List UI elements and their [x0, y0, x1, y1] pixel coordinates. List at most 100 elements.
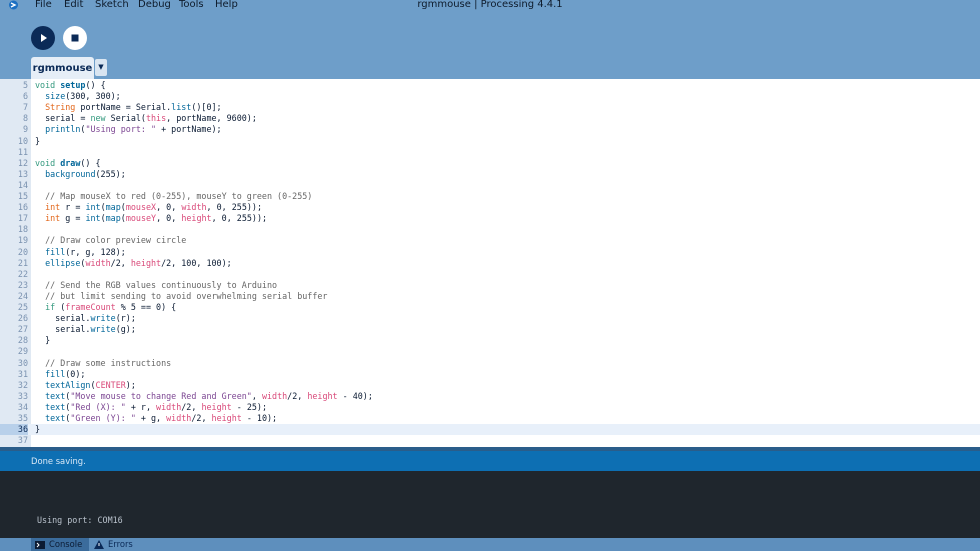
tab-rgmmouse[interactable]: rgmmouse: [31, 57, 94, 79]
code-text: text("Green (Y): " + g, width/2, height …: [45, 413, 278, 423]
code-line[interactable]: 36}: [0, 424, 980, 436]
tab-errors[interactable]: Errors: [94, 538, 144, 551]
code-text: // Send the RGB values continuously to A…: [45, 279, 278, 290]
line-number: 16: [17, 202, 28, 213]
code-text: // Draw some instructions: [45, 357, 172, 368]
line-number: 8: [22, 113, 28, 124]
line-number: 17: [17, 213, 28, 224]
line-number: 14: [17, 179, 28, 190]
bottom-tab-bar: Console Errors: [0, 538, 980, 551]
code-line[interactable]: 5 void setup() {: [0, 80, 980, 91]
line-number: 36: [0, 424, 28, 436]
tab-menu-button[interactable]: ▼: [95, 59, 107, 76]
line-number: 34: [17, 401, 28, 412]
line-number: 29: [17, 346, 28, 357]
code-text: int g = int(map(mouseY, 0, height, 0, 25…: [45, 213, 268, 224]
code-line[interactable]: 26 serial.write(r);: [0, 313, 980, 324]
code-line[interactable]: 25 if (frameCount % 5 == 0) {: [0, 302, 980, 313]
code-line[interactable]: 18: [0, 224, 980, 235]
code-line[interactable]: 10}: [0, 136, 980, 147]
line-number: 11: [17, 146, 28, 157]
terminal-icon: [35, 540, 45, 549]
console-panel[interactable]: Using port: COM16: [0, 471, 980, 538]
code-line[interactable]: 8 serial = new Serial(this, portName, 96…: [0, 113, 980, 124]
code-line[interactable]: 9 println("Using port: " + portName);: [0, 124, 980, 135]
code-line[interactable]: 35 text("Green (Y): " + g, width/2, heig…: [0, 413, 980, 424]
code-text: void draw() {: [35, 157, 101, 168]
line-number: 25: [17, 302, 28, 312]
console-line: Using port: COM16: [37, 515, 123, 525]
code-line[interactable]: 37: [0, 435, 980, 446]
code-editor[interactable]: 5 void setup() {6 size(300, 300); 7 String…: [0, 79, 980, 447]
window-title: rgmmouse | Processing 4.4.1: [417, 0, 563, 10]
line-number: 5: [22, 80, 28, 90]
code-line[interactable]: 11: [0, 147, 980, 158]
line-number: 10: [17, 135, 28, 146]
code-text: ellipse(width/2, height/2, 100, 100);: [45, 257, 232, 268]
code-line[interactable]: 31 fill(0);: [0, 369, 980, 380]
line-number: 37: [17, 435, 28, 446]
line-number: 35: [17, 413, 28, 423]
code-line[interactable]: 14: [0, 180, 980, 191]
code-line[interactable]: 19 // Draw color preview circle: [0, 235, 980, 246]
code-text: void setup() {: [35, 80, 106, 90]
code-line[interactable]: 32 textAlign(CENTER);: [0, 380, 980, 391]
code-text: }: [35, 424, 41, 435]
line-number: 24: [17, 290, 28, 301]
code-line[interactable]: 6 size(300, 300);: [0, 91, 980, 102]
code-text: background(255);: [45, 168, 126, 179]
line-number: 26: [17, 313, 28, 324]
code-text: fill(0);: [45, 368, 86, 379]
code-text: size(300, 300);: [45, 91, 121, 102]
line-number: 28: [17, 335, 28, 346]
code-text: if (frameCount % 5 == 0) {: [45, 302, 177, 312]
code-line[interactable]: 28 }: [0, 335, 980, 346]
code-text: fill(r, g, 128);: [45, 246, 126, 257]
code-text: String portName = Serial.list()[0];: [45, 102, 222, 113]
stop-icon: [71, 34, 79, 42]
code-line[interactable]: 33 text("Move mouse to change Red and Gr…: [0, 391, 980, 402]
status-message: Done saving.: [31, 456, 86, 466]
line-number: 7: [22, 102, 28, 113]
line-number: 20: [17, 246, 28, 257]
code-line[interactable]: 17 int g = int(map(mouseY, 0, height, 0,…: [0, 213, 980, 224]
line-number: 27: [17, 324, 28, 335]
line-number: 15: [17, 191, 28, 201]
code-text: }: [35, 135, 41, 146]
line-number: 9: [22, 124, 28, 135]
code-line[interactable]: 16 int r = int(map(mouseX, 0, width, 0, …: [0, 202, 980, 213]
stop-button[interactable]: [63, 26, 87, 50]
line-number: 33: [17, 390, 28, 401]
warning-icon: [94, 540, 104, 549]
line-number: 13: [17, 168, 28, 179]
code-line[interactable]: 21 ellipse(width/2, height/2, 100, 100);: [0, 258, 980, 269]
code-line[interactable]: 7 String portName = Serial.list()[0];: [0, 102, 980, 113]
line-number: 23: [17, 279, 28, 290]
line-number: 30: [17, 357, 28, 368]
line-number: 6: [22, 91, 28, 102]
code-line[interactable]: 24 // but limit sending to avoid overwhe…: [0, 291, 980, 302]
code-text: serial.write(r);: [35, 313, 136, 324]
code-text: println("Using port: " + portName);: [45, 124, 222, 135]
code-text: // Map mouseX to red (0-255), mouseY to …: [45, 191, 313, 201]
code-line[interactable]: 15 // Map mouseX to red (0-255), mouseY …: [0, 191, 980, 202]
code-line[interactable]: 30 // Draw some instructions: [0, 358, 980, 369]
tab-console[interactable]: Console: [31, 538, 89, 551]
code-line[interactable]: 20 fill(r, g, 128);: [0, 247, 980, 258]
code-text: }: [35, 335, 51, 346]
code-line[interactable]: 22: [0, 269, 980, 280]
code-line[interactable]: 13 background(255);: [0, 169, 980, 180]
line-number: 19: [17, 235, 28, 246]
code-text: // Draw color preview circle: [45, 235, 187, 246]
status-bar: Done saving.: [0, 447, 980, 471]
code-line[interactable]: 34 text("Red (X): " + r, width/2, height…: [0, 402, 980, 413]
run-button[interactable]: [31, 26, 55, 50]
code-line[interactable]: 29: [0, 346, 980, 357]
code-line[interactable]: 12 void draw() {: [0, 158, 980, 169]
tab-errors-label: Errors: [108, 539, 133, 549]
code-text: textAlign(CENTER);: [45, 379, 136, 390]
line-number: 22: [17, 268, 28, 279]
code-line[interactable]: 27 serial.write(g);: [0, 324, 980, 335]
line-number: 12: [17, 157, 28, 168]
code-line[interactable]: 23 // Send the RGB values continuously t…: [0, 280, 980, 291]
